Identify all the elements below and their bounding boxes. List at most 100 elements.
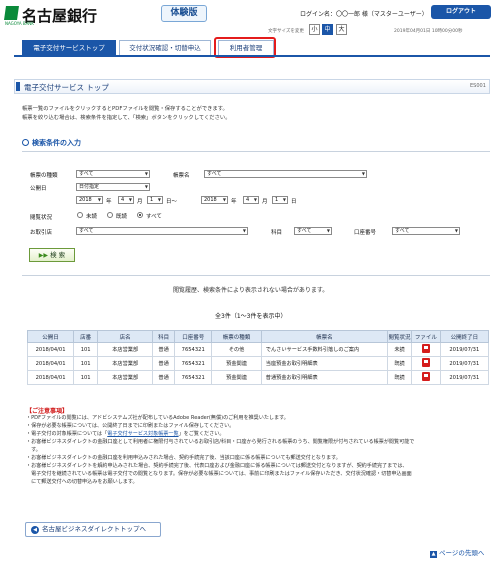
col-doc-type: 帳票の種類 — [211, 330, 262, 343]
play-arrows-icon: ▶▶ — [38, 252, 49, 259]
col-publish-date: 公開日 — [26, 330, 75, 343]
status-read-radio[interactable] — [107, 212, 113, 218]
cell-doc-type: その他 — [211, 342, 262, 357]
page-description-1: 帳票一覧のファイルをクリックするとPDFファイルを閲覧・保存することができます。 — [22, 106, 228, 112]
bank-sub-name: NAGOYA BANK — [5, 21, 34, 26]
chevron-up-icon: ▲ — [430, 551, 437, 558]
cell-subject: 普通 — [152, 356, 176, 371]
note-line: ・お客様ビジネスダイレクトの金融口座として利用者に権限付与されているお取引店/科… — [26, 439, 415, 445]
table-row: 2018/04/01 101 本店営業部 普通 7654321 預金関連 普通預… — [26, 370, 490, 385]
cell-branch-no: 101 — [73, 370, 99, 385]
doc-type-label: 帳票の種類 — [30, 173, 58, 179]
cell-account: 7654321 — [174, 356, 213, 371]
day-unit: 日 — [291, 199, 297, 205]
account-label: 口座番号 — [354, 230, 377, 236]
search-divider — [22, 151, 490, 152]
status-label: 閲覧状況 — [30, 215, 53, 221]
page-description-2: 帳票を絞り込む場合は、検索条件を指定して、「検索」ボタンをクリックしてください。 — [22, 115, 231, 121]
account-select[interactable]: すべて — [392, 227, 460, 235]
cell-doc-type: 預金関連 — [211, 356, 262, 371]
cell-publish-date: 2018/04/01 — [26, 356, 75, 371]
doc-type-select[interactable]: すべて — [76, 170, 150, 178]
cell-doc-name: 当座預金お取引明細表 — [260, 356, 388, 371]
branch-select[interactable]: すべて — [76, 227, 248, 235]
note-text: 」をご覧ください。 — [178, 431, 225, 437]
pdf-file-icon[interactable] — [421, 344, 430, 353]
cell-branch-name: 本店営業部 — [97, 356, 154, 371]
note-line: ・お客様ビジネスダイレクトを解約申込みされた場合、契約手続完了後、代表口座および… — [26, 463, 408, 469]
cell-doc-name: でんさいサービス手数料引落しのご案内 — [260, 342, 388, 357]
col-subject: 科目 — [152, 330, 176, 343]
cell-branch-no: 101 — [73, 342, 99, 357]
cell-status: 既読 — [386, 370, 413, 385]
date-mode-select[interactable]: 日付指定 — [76, 183, 150, 191]
to-year-select[interactable]: 2018 — [201, 196, 228, 204]
col-status: 閲覧状況 — [386, 330, 413, 343]
note-text: ・電子交付の対象帳票については「 — [26, 431, 108, 437]
back-button-label: 名古屋ビジネスダイレクトトップへ — [42, 525, 146, 533]
font-size-label: 文字サイズを変更 — [268, 29, 304, 34]
col-doc-name: 帳票名 — [260, 330, 388, 343]
results-table: 公開日 店番 店名 科目 口座番号 帳票の種類 帳票名 閲覧状況 ファイル 公開… — [26, 330, 490, 385]
table-row: 2018/04/01 101 本店営業部 普通 7654321 預金関連 当座預… — [26, 356, 490, 371]
back-to-top-button[interactable]: ◀ 名古屋ビジネスダイレクトトップへ — [25, 522, 161, 537]
cell-publish-date: 2018/04/01 — [26, 342, 75, 357]
search-bottom-divider — [22, 275, 490, 276]
cell-file — [411, 356, 441, 371]
cell-subject: 普通 — [152, 342, 176, 357]
from-day-select[interactable]: 1 — [147, 196, 163, 204]
font-size-medium-button[interactable]: 中 — [322, 24, 333, 35]
cell-branch-no: 101 — [73, 356, 99, 371]
pdf-file-icon[interactable] — [421, 358, 430, 367]
from-year-select[interactable]: 2018 — [76, 196, 103, 204]
from-month-select[interactable]: 4 — [118, 196, 134, 204]
tab-esd-top[interactable]: 電子交付サービストップ — [22, 40, 116, 55]
to-month-select[interactable]: 4 — [243, 196, 259, 204]
note-line: ・お客様ビジネスダイレクトの金融口座を利用申込みされた場合、契約手続完了後、当該… — [26, 455, 341, 461]
trial-badge: 体験版 — [161, 5, 207, 22]
current-datetime: 2019年04月01日 10時00分00秒 — [394, 29, 463, 34]
cell-end-date: 2019/07/31 — [439, 342, 490, 357]
tab-status-switch[interactable]: 交付状況確認・切替申込 — [119, 40, 211, 55]
note-line: す。 — [26, 447, 41, 453]
date-label: 公開日 — [30, 186, 47, 192]
year-unit: 年 — [106, 199, 112, 205]
subject-select[interactable]: すべて — [294, 227, 332, 235]
doc-name-label: 帳票名 — [173, 173, 190, 179]
to-day-select[interactable]: 1 — [272, 196, 288, 204]
table-header-row: 公開日 店番 店名 科目 口座番号 帳票の種類 帳票名 閲覧状況 ファイル 公開… — [26, 330, 490, 343]
range-separator: 日～ — [166, 199, 178, 205]
note-line: ・PDFファイルの閲覧には、アドビシステムズ社が配布しているAdobe Read… — [26, 415, 289, 421]
doc-name-select[interactable]: すべて — [204, 170, 367, 178]
section-bullet-icon — [22, 139, 29, 146]
pdf-file-icon[interactable] — [421, 372, 430, 381]
cell-publish-date: 2018/04/01 — [26, 370, 75, 385]
search-button-label: 検 索 — [50, 251, 66, 259]
year-unit: 年 — [231, 199, 237, 205]
cell-account: 7654321 — [174, 370, 213, 385]
status-unread-label: 未読 — [86, 214, 98, 220]
col-account: 口座番号 — [174, 330, 213, 343]
cell-end-date: 2019/07/31 — [439, 356, 490, 371]
font-size-small-button[interactable]: 小 — [309, 24, 320, 35]
search-button[interactable]: ▶▶ 検 索 — [29, 248, 75, 262]
font-size-large-button[interactable]: 大 — [336, 24, 347, 35]
subject-label: 科目 — [271, 230, 283, 236]
cell-doc-type: 預金関連 — [211, 370, 262, 385]
status-all-radio[interactable] — [137, 212, 143, 218]
col-end-date: 公開終了日 — [439, 330, 490, 343]
page-code: ES001 — [470, 83, 486, 89]
cell-subject: 普通 — [152, 370, 176, 385]
cell-status: 未読 — [386, 342, 413, 357]
table-row: 2018/04/01 101 本店営業部 普通 7654321 その他 でんさい… — [26, 342, 490, 357]
page-top-link[interactable]: ▲ ページの先頭へ — [430, 547, 484, 558]
status-read-label: 既読 — [116, 214, 128, 220]
target-docs-link[interactable]: 電子交付サービス対象帳票一覧 — [107, 431, 178, 437]
results-count: 全3件（1～3件を表示中） — [215, 313, 287, 320]
cell-doc-name: 普通預金お取引明細表 — [260, 370, 388, 385]
logout-button[interactable]: ログアウト — [431, 5, 491, 19]
cell-branch-name: 本店営業部 — [97, 342, 154, 357]
month-unit: 月 — [137, 199, 143, 205]
status-unread-radio[interactable] — [77, 212, 83, 218]
page-top-label: ページの先頭へ — [439, 549, 485, 557]
